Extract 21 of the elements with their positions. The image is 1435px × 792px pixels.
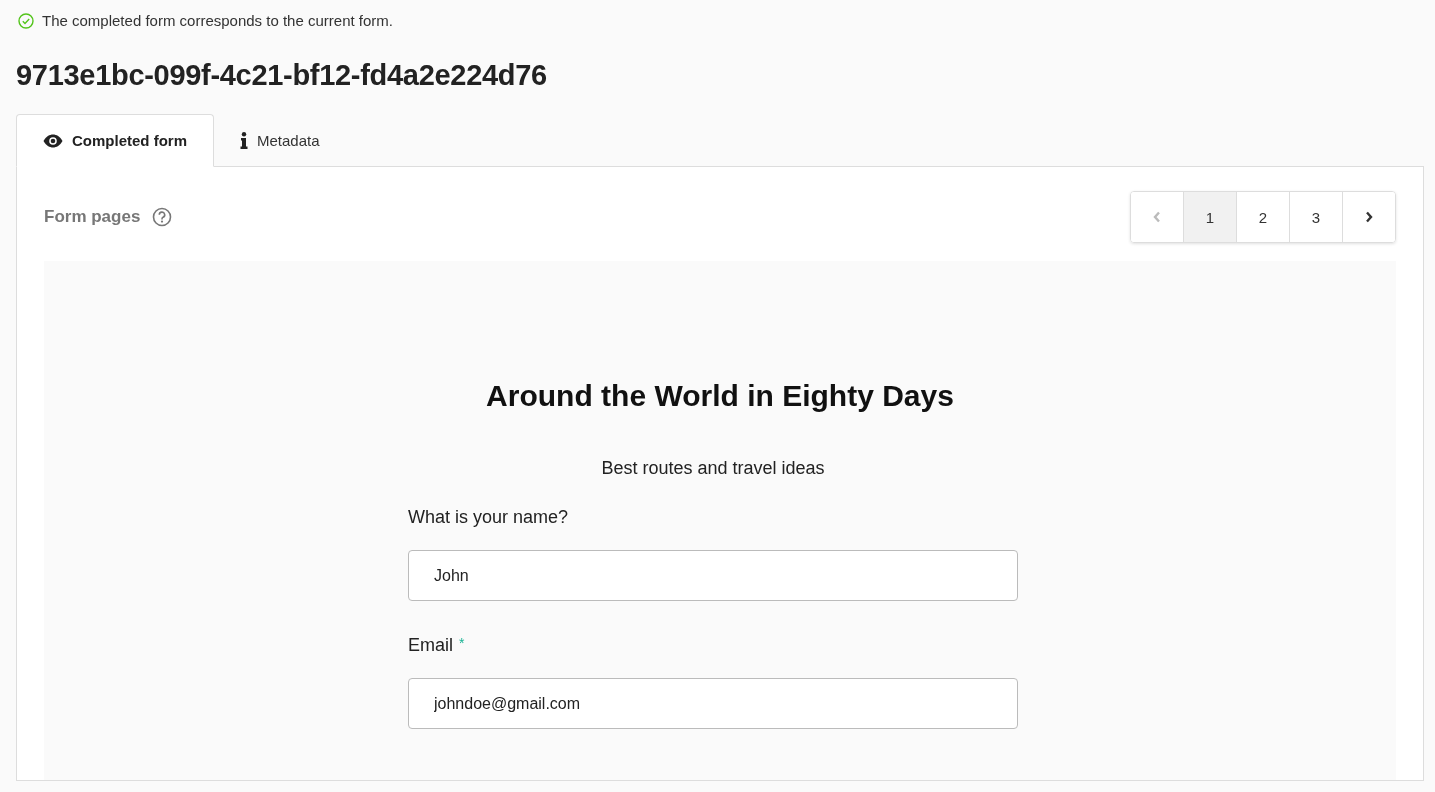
form-title: Around the World in Eighty Days [486,379,954,413]
page-button[interactable]: 1 [1183,192,1236,242]
status-message: The completed form corresponds to the current form. [42,12,393,29]
form-subtitle: Best routes and travel ideas [601,458,825,479]
eye-icon [43,133,63,148]
input-field[interactable]: johndoe@gmail.com [408,678,1018,729]
page-title: 9713e1bc-099f-4c21-bf12-fd4a2e224d76 [16,59,548,92]
page-button[interactable]: 2 [1236,192,1289,242]
check-circle-icon [18,12,34,29]
question-label: What is your name? [408,507,569,528]
tab[interactable]: Completed form [16,114,214,167]
info-icon [240,132,248,149]
section-label: Form pages [44,207,141,227]
chevron-right-icon [1365,211,1373,223]
help-icon [152,207,173,227]
page-button[interactable]: 3 [1289,192,1342,242]
input-field[interactable]: John [408,550,1018,601]
next-page-button[interactable] [1342,192,1395,242]
chevron-left-icon [1153,211,1161,223]
question-label: Email [408,635,453,656]
required-mark: * [459,635,465,653]
